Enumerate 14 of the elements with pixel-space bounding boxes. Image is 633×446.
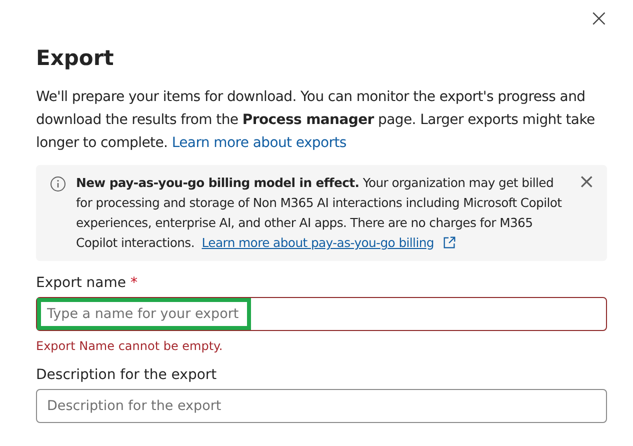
input-field[interactable]: Type a name for your export [36,297,607,331]
banner-text: New pay-as-you-go billing model in effect. Your organization may get billed for processing and storage of Non M365 AI interactions including Microsoft Copilot experiences, enterprise AI, and other AI apps. There are no charges for M365 Copilot interactions. Learn more about pay-as-you-go billing [76,174,563,252]
intro-text: We'll prepare your items for download. You can monitor the export's progress and download the results from the Process manager page. Larger exports might take longer to complete. Learn more about exports [36,88,596,153]
dismiss-button[interactable]: × [576,171,597,191]
learn-more-link[interactable]: Learn more about exports [172,135,346,151]
field-label: Export name * [36,275,138,291]
field-label: Description for the export [36,367,218,383]
billing-link[interactable]: Learn more about pay-as-you-go billing [202,235,434,250]
close-button[interactable]: × [584,4,613,32]
dialog-title: Export [36,46,115,70]
error-message: Export Name cannot be empty. [36,339,224,353]
info-icon [50,176,66,192]
external-link-icon [442,235,457,250]
input-field[interactable]: Description for the export [36,389,607,423]
